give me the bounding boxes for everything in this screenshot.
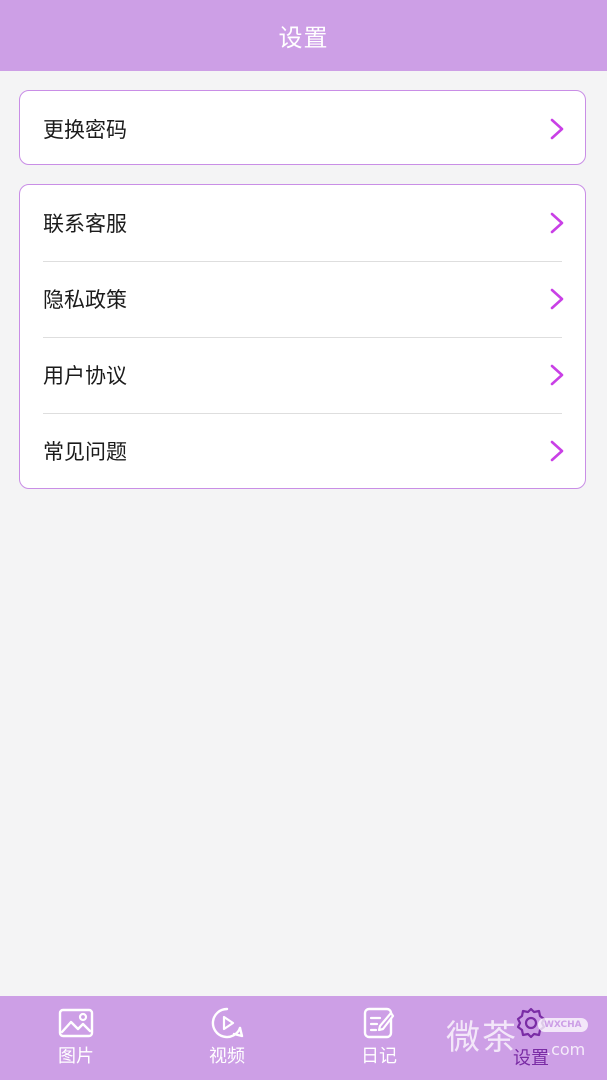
settings-item-user-agreement[interactable]: 用户协议 — [20, 337, 585, 413]
settings-item-contact-support[interactable]: 联系客服 — [20, 185, 585, 261]
settings-item-label: 用户协议 — [43, 364, 127, 388]
chevron-right-icon — [549, 117, 565, 141]
tab-label: 视频 — [209, 1046, 245, 1067]
image-icon — [58, 1006, 94, 1040]
tab-diary[interactable]: 日记 — [329, 996, 429, 1080]
tab-images[interactable]: 图片 — [26, 996, 126, 1080]
settings-item-label: 更换密码 — [43, 117, 127, 142]
settings-item-privacy-policy[interactable]: 隐私政策 — [20, 261, 585, 337]
tab-settings[interactable]: 设置 — [481, 996, 581, 1080]
chevron-right-icon — [549, 363, 565, 387]
bottom-tab-bar: 图片 视频 日记 设置 — [0, 996, 607, 1080]
tab-label: 图片 — [58, 1046, 94, 1067]
tab-label: 设置 — [513, 1048, 549, 1069]
page-title: 设置 — [278, 24, 329, 52]
settings-item-label: 隐私政策 — [43, 288, 127, 312]
gear-icon — [513, 1006, 549, 1040]
tab-label: 日记 — [361, 1046, 397, 1067]
settings-item-label: 常见问题 — [43, 440, 127, 464]
play-icon — [209, 1006, 245, 1040]
tab-videos[interactable]: 视频 — [177, 996, 277, 1080]
settings-item-change-password[interactable]: 更换密码 — [20, 91, 585, 166]
chevron-right-icon — [549, 439, 565, 463]
chevron-right-icon — [549, 287, 565, 311]
settings-item-faq[interactable]: 常见问题 — [20, 413, 585, 489]
settings-group-info: 联系客服 隐私政策 用户协议 常见问题 — [19, 184, 586, 489]
settings-item-label: 联系客服 — [43, 212, 127, 236]
note-icon — [361, 1006, 397, 1040]
chevron-right-icon — [549, 211, 565, 235]
nav-header: 设置 — [0, 0, 607, 71]
settings-group-account: 更换密码 — [19, 90, 586, 165]
